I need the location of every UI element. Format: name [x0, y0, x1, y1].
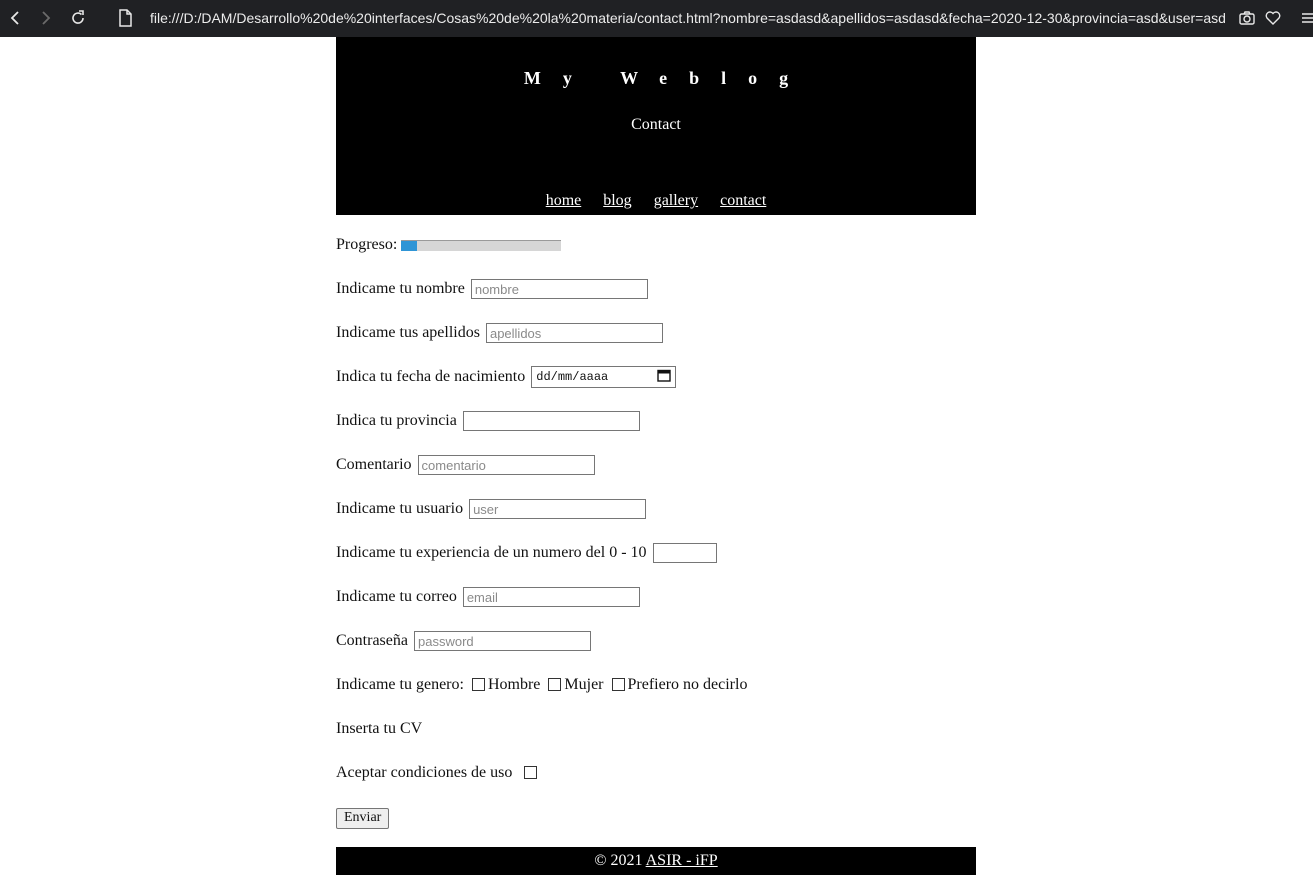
site-footer: © 2021 ASIR - iFP	[336, 847, 976, 875]
experiencia-label: Indicame tu experiencia de un numero del…	[336, 544, 647, 561]
comentario-input[interactable]	[417, 455, 595, 475]
fecha-label: Indica tu fecha de nacimiento	[336, 368, 526, 385]
usuario-input[interactable]	[469, 499, 647, 519]
nav-link-contact[interactable]: contact	[720, 192, 766, 209]
page-title: Contact	[631, 116, 681, 133]
experiencia-row: Indicame tu experiencia de un numero del…	[336, 541, 717, 565]
password-input[interactable]	[413, 631, 591, 651]
password-label: Contraseña	[336, 632, 408, 649]
provincia-row: Indica tu provincia	[336, 409, 640, 433]
correo-row: Indicame tu correo	[336, 585, 640, 609]
menu-icon[interactable]	[1298, 8, 1313, 28]
option-hombre-label: Hombre	[487, 676, 541, 693]
progress-fill	[401, 240, 418, 251]
footer-link[interactable]: ASIR - iFP	[646, 852, 718, 869]
nav-link-home[interactable]: home	[546, 192, 582, 209]
footer-copyright: © 2021	[594, 852, 643, 869]
submit-button[interactable]: Enviar	[336, 807, 390, 829]
apellidos-label: Indicame tus apellidos	[336, 324, 480, 341]
comentario-label: Comentario	[336, 456, 412, 473]
genero-row: Indicame tu genero: Hombre Mujer Prefier…	[336, 673, 753, 697]
cv-row: Inserta tu CV	[336, 717, 428, 741]
experiencia-input[interactable]	[652, 543, 717, 563]
correo-label: Indicame tu correo	[336, 588, 457, 605]
password-row: Contraseña	[336, 629, 591, 653]
checkbox-hombre[interactable]	[471, 677, 485, 691]
cv-label: Inserta tu CV	[336, 720, 423, 737]
reload-icon[interactable]	[68, 8, 88, 28]
progress-bar	[401, 239, 562, 251]
progress-row: Progreso:	[336, 233, 562, 257]
condiciones-row: Aceptar condiciones de uso	[336, 761, 540, 785]
file-icon	[115, 8, 135, 28]
forward-icon[interactable]	[36, 8, 56, 28]
nav-link-gallery[interactable]: gallery	[654, 192, 698, 209]
address-bar[interactable]: file:///D:/DAM/Desarrollo%20de%20interfa…	[150, 9, 1228, 27]
progress-label: Progreso:	[336, 236, 398, 253]
date-placeholder: dd/mm/aaaa	[536, 370, 609, 384]
camera-icon[interactable]	[1237, 8, 1257, 28]
usuario-label: Indicame tu usuario	[336, 500, 464, 517]
nav-link-blog[interactable]: blog	[603, 192, 631, 209]
checkbox-mujer[interactable]	[548, 677, 562, 691]
condiciones-label: Aceptar condiciones de uso	[336, 764, 513, 781]
nombre-label: Indicame tu nombre	[336, 280, 465, 297]
option-mujer-label: Mujer	[564, 676, 604, 693]
correo-input[interactable]	[462, 587, 640, 607]
birthdate-input[interactable]: dd/mm/aaaa	[531, 366, 677, 388]
genero-label: Indicame tu genero:	[336, 676, 464, 693]
browser-toolbar: file:///D:/DAM/Desarrollo%20de%20interfa…	[0, 0, 1313, 37]
apellidos-row: Indicame tus apellidos	[336, 321, 663, 345]
fecha-row: Indica tu fecha de nacimiento dd/mm/aaaa	[336, 365, 677, 389]
main-nav: home blog gallery contact	[336, 192, 976, 210]
heart-icon[interactable]	[1263, 8, 1283, 28]
site-header: My Weblog Contact home blog gallery cont…	[336, 37, 976, 215]
checkbox-prefiero-no-decirlo[interactable]	[611, 677, 625, 691]
comentario-row: Comentario	[336, 453, 595, 477]
nombre-row: Indicame tu nombre	[336, 277, 648, 301]
calendar-icon[interactable]	[657, 368, 671, 386]
usuario-row: Indicame tu usuario	[336, 497, 647, 521]
apellidos-input[interactable]	[485, 323, 663, 343]
provincia-label: Indica tu provincia	[336, 412, 457, 429]
option-prefiero-label: Prefiero no decirlo	[627, 676, 748, 693]
back-icon[interactable]	[5, 8, 25, 28]
checkbox-condiciones[interactable]	[524, 765, 538, 779]
provincia-input[interactable]	[462, 411, 640, 431]
nombre-input[interactable]	[470, 279, 648, 299]
submit-row: Enviar	[336, 806, 390, 830]
site-title: My Weblog	[523, 68, 811, 88]
